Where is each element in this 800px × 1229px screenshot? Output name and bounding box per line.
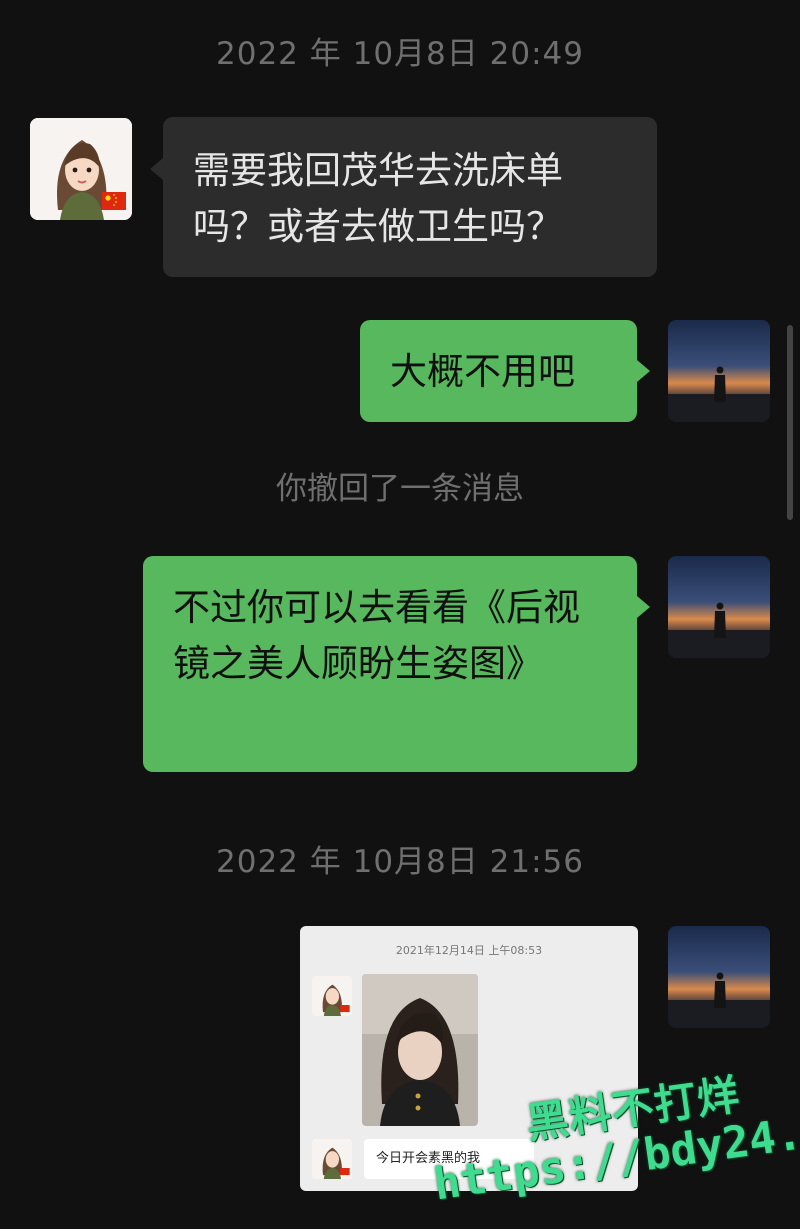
bubble-tail [637,596,650,618]
timestamp-label: 2022 年 10月8日 21:56 [216,844,584,880]
cartoon-girl-avatar-icon [312,1139,352,1179]
sunset-silhouette-avatar-icon [668,320,770,422]
cartoon-girl-avatar-icon [30,118,132,220]
cartoon-girl-avatar-icon [312,976,352,1016]
card-contact-avatar [312,1139,352,1179]
recall-notice: 你撤回了一条消息 [276,471,524,507]
outgoing-message-bubble[interactable]: 不过你可以去看看《后视镜之美人顾盼生姿图》 [143,556,637,772]
bubble-tail [637,360,650,382]
bubble-tail [150,158,163,180]
scrollbar[interactable] [787,325,793,520]
card-timestamp: 2021年12月14日 上午08:53 [395,944,543,957]
sunset-silhouette-avatar-icon [668,556,770,658]
message-text: 不过你可以去看看《后视镜之美人顾盼生姿图》 [173,586,580,685]
card-contact-avatar [312,976,352,1016]
contact-avatar[interactable] [30,118,132,220]
own-avatar[interactable] [668,926,770,1028]
message-text: 大概不用吧 [390,350,575,393]
message-text: 需要我回茂华去洗床单吗？或者去做卫生吗？ [193,149,563,248]
own-avatar[interactable] [668,556,770,658]
sunset-silhouette-avatar-icon [668,926,770,1028]
timestamp-label: 2022 年 10月8日 20:49 [216,36,584,72]
outgoing-message-bubble[interactable]: 大概不用吧 [360,320,637,422]
own-avatar[interactable] [668,320,770,422]
incoming-message-bubble[interactable]: 需要我回茂华去洗床单吗？或者去做卫生吗？ [163,117,657,277]
